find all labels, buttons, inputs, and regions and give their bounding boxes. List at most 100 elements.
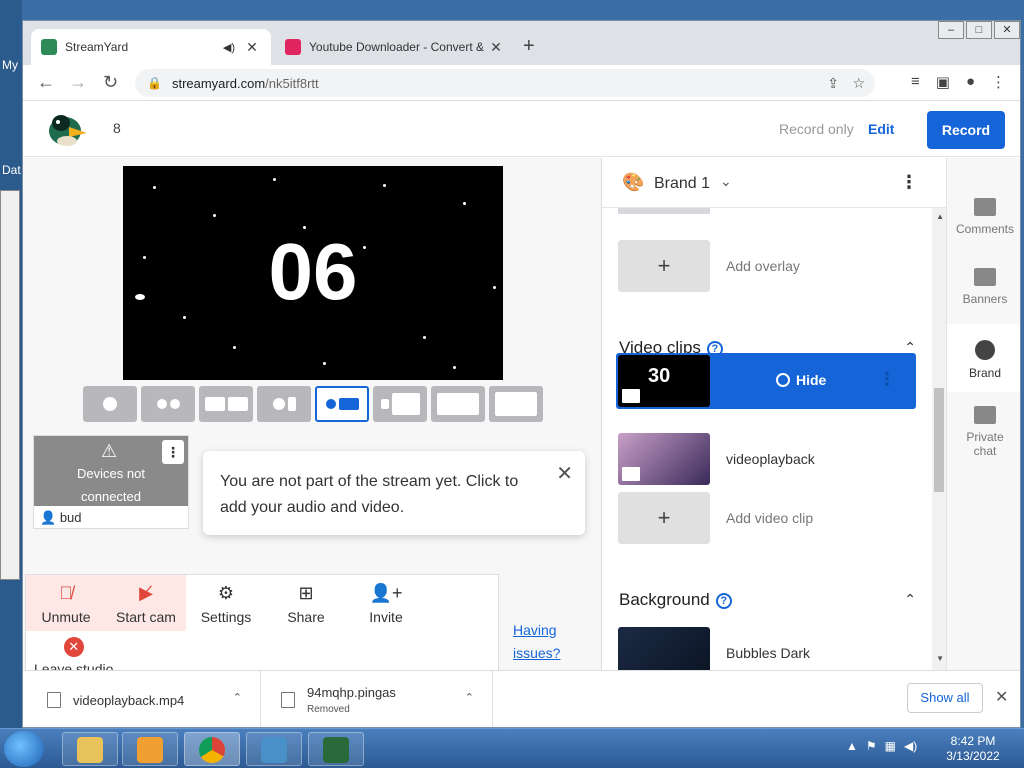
plus-icon[interactable]: + bbox=[618, 240, 710, 292]
having-issues-link[interactable]: Having issues? bbox=[513, 619, 560, 665]
minimize-icon[interactable]: – bbox=[938, 21, 964, 39]
taskbar-task-manager[interactable] bbox=[308, 732, 364, 766]
hide-clip-button[interactable]: Hide bbox=[776, 372, 826, 388]
rail-private-chat[interactable]: Private chat bbox=[947, 406, 1020, 458]
flag-icon[interactable]: ⚑ bbox=[866, 739, 877, 753]
browser-window: StreamYard ◀) ✕ Youtube Downloader - Con… bbox=[22, 20, 1021, 728]
chevron-down-icon[interactable]: ⌄ bbox=[720, 173, 732, 190]
taskbar-image-viewer[interactable] bbox=[246, 732, 302, 766]
gear-icon: ⚙ bbox=[217, 583, 235, 603]
close-tab-icon[interactable]: ✕ bbox=[243, 39, 261, 56]
layout-cropped[interactable] bbox=[315, 386, 369, 422]
download-status: Removed bbox=[307, 704, 350, 715]
share-button[interactable]: ⊞ Share bbox=[266, 575, 346, 631]
clip-menu-icon[interactable]: ⋮ bbox=[878, 369, 896, 390]
media-control-icon[interactable]: ≡ bbox=[911, 73, 920, 91]
chevron-up-icon[interactable]: ⌃ bbox=[233, 691, 242, 704]
overlay-thumb-partial bbox=[618, 208, 710, 214]
rail-banners[interactable]: Banners bbox=[947, 268, 1020, 306]
edit-link[interactable]: Edit bbox=[868, 121, 894, 137]
add-video-clip-row[interactable]: + Add video clip bbox=[618, 492, 813, 544]
start-cam-button[interactable]: ▶̸ Start cam bbox=[106, 575, 186, 631]
record-button[interactable]: Record bbox=[927, 111, 1005, 149]
layout-fullscreen[interactable] bbox=[489, 386, 543, 422]
brand-menu-icon[interactable]: ⋮ bbox=[900, 172, 918, 193]
unmute-button[interactable]: 🎙̸ Unmute bbox=[26, 575, 106, 631]
settings-button[interactable]: ⚙ Settings bbox=[186, 575, 266, 631]
layout-pip[interactable] bbox=[257, 386, 311, 422]
clip-thumbnail bbox=[618, 433, 710, 485]
participant-tile[interactable]: ⚠ Devices not connected ⋮ 👤 bud bbox=[33, 435, 189, 529]
rail-comments[interactable]: Comments bbox=[947, 198, 1020, 236]
start-button[interactable] bbox=[4, 731, 44, 767]
streamyard-logo bbox=[49, 115, 87, 146]
downloader-favicon bbox=[285, 39, 301, 55]
brand-panel: 🎨 Brand 1 ⌄ ⋮ + Add overlay Video clips?… bbox=[601, 158, 946, 670]
taskbar-explorer[interactable] bbox=[62, 732, 118, 766]
layout-solo[interactable] bbox=[83, 386, 137, 422]
palette-icon: 🎨 bbox=[622, 172, 645, 192]
clip-row-videoplayback[interactable]: videoplayback bbox=[618, 433, 815, 485]
task-manager-icon bbox=[323, 737, 349, 763]
clock-date: 3/13/2022 bbox=[946, 749, 1000, 763]
address-bar[interactable]: 🔒 streamyard.com/nk5itf8rtt ⇪ ☆ bbox=[135, 69, 875, 97]
notice-text: You are not part of the stream yet. Clic… bbox=[220, 473, 519, 516]
lock-icon[interactable]: 🔒 bbox=[147, 76, 162, 90]
clapperboard-icon bbox=[622, 389, 640, 403]
reload-icon[interactable]: ↻ bbox=[103, 72, 118, 93]
volume-icon[interactable]: ◀) bbox=[904, 739, 917, 753]
download-item[interactable]: 94mqhp.pingas Removed ⌃ bbox=[261, 671, 493, 727]
stage-preview: 06 bbox=[123, 166, 503, 380]
profile-icon[interactable]: ● bbox=[966, 73, 975, 91]
download-item[interactable]: videoplayback.mp4 ⌃ bbox=[23, 671, 261, 727]
taskbar-media-player[interactable] bbox=[122, 732, 178, 766]
new-tab-icon[interactable]: + bbox=[523, 35, 535, 58]
stage-area: 06 ⚠ Devices not connected ⋮ 👤 bud You a… bbox=[23, 158, 601, 688]
speaker-icon[interactable]: ◀) bbox=[223, 41, 235, 54]
close-icon[interactable]: ✕ bbox=[995, 687, 1008, 707]
bookmark-star-icon[interactable]: ☆ bbox=[852, 75, 865, 92]
chevron-up-icon[interactable]: ⌃ bbox=[465, 691, 474, 704]
close-window-icon[interactable]: ✕ bbox=[994, 21, 1020, 39]
clock[interactable]: 8:42 PM 3/13/2022 bbox=[940, 734, 1006, 764]
scroll-up-icon[interactable]: ▲ bbox=[936, 212, 944, 221]
chevron-up-icon[interactable]: ⌃ bbox=[904, 591, 916, 608]
forward-icon[interactable]: → bbox=[69, 72, 87, 93]
share-page-icon[interactable]: ⇪ bbox=[827, 75, 839, 92]
plus-icon[interactable]: + bbox=[618, 492, 710, 544]
scroll-down-icon[interactable]: ▼ bbox=[936, 654, 944, 663]
tab-streamyard[interactable]: StreamYard ◀) ✕ bbox=[31, 29, 271, 65]
add-overlay-row[interactable]: + Add overlay bbox=[618, 240, 800, 292]
record-only-label: Record only bbox=[779, 121, 854, 137]
join-stream-notice[interactable]: You are not part of the stream yet. Clic… bbox=[203, 451, 585, 535]
help-icon[interactable]: ? bbox=[715, 593, 732, 609]
network-icon[interactable]: ▦ bbox=[885, 739, 896, 753]
close-icon[interactable]: ✕ bbox=[556, 461, 573, 487]
clock-time: 8:42 PM bbox=[950, 734, 996, 748]
close-tab-icon[interactable]: ✕ bbox=[487, 39, 505, 56]
tab-youtube-downloader[interactable]: Youtube Downloader - Convert & Download … bbox=[275, 29, 515, 65]
scrollbar-thumb[interactable] bbox=[934, 388, 944, 492]
menu-kebab-icon[interactable]: ⋮ bbox=[991, 73, 1006, 91]
maximize-icon[interactable]: □ bbox=[966, 21, 992, 39]
side-panel-icon[interactable]: ▣ bbox=[936, 73, 950, 91]
tab-title: Youtube Downloader - Convert & Download bbox=[309, 40, 487, 54]
active-video-clip[interactable]: 30 Hide ⋮ bbox=[616, 353, 916, 409]
layout-screen-share[interactable] bbox=[373, 386, 427, 422]
rail-brand[interactable]: Brand bbox=[947, 324, 1020, 392]
layout-side-by-side[interactable] bbox=[199, 386, 253, 422]
layout-fullscreen-small[interactable] bbox=[431, 386, 485, 422]
taskbar-chrome[interactable] bbox=[184, 732, 240, 766]
show-hidden-icons[interactable]: ▲ bbox=[846, 739, 858, 753]
back-icon[interactable]: ← bbox=[37, 72, 55, 93]
invite-button[interactable]: 👤+ Invite bbox=[346, 575, 426, 631]
layout-group[interactable] bbox=[141, 386, 195, 422]
brand-header[interactable]: 🎨 Brand 1 ⌄ ⋮ bbox=[602, 158, 946, 208]
file-icon bbox=[281, 692, 295, 708]
add-video-clip-label: Add video clip bbox=[726, 510, 814, 526]
window-controls: – □ ✕ bbox=[936, 21, 1020, 39]
show-all-button[interactable]: Show all bbox=[907, 683, 983, 713]
tile-menu-icon[interactable]: ⋮ bbox=[162, 440, 184, 464]
background-row-bubbles-dark[interactable]: Bubbles Dark bbox=[618, 627, 810, 670]
tab-title: StreamYard bbox=[65, 40, 129, 54]
